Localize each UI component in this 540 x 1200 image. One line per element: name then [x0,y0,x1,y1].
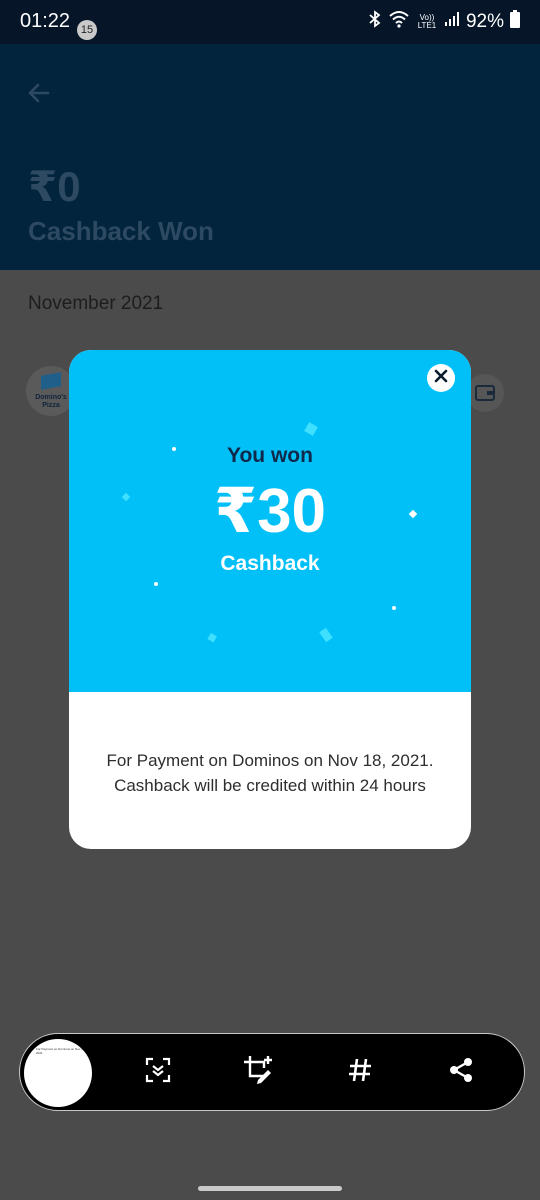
wallet-icon [466,374,504,412]
back-arrow-icon[interactable] [26,80,52,111]
scroll-capture-icon [143,1055,173,1090]
cashback-description: For Payment on Dominos on Nov 18, 2021. … [69,748,471,798]
dialog-banner: You won ₹30 Cashback [69,350,471,692]
wifi-icon [388,10,410,33]
hashtag-button[interactable] [342,1054,378,1090]
battery-percent: 92% [465,10,504,32]
status-time: 01:22 [20,10,71,32]
total-cashback-label: Cashback Won [28,216,214,246]
cashback-header: ₹0 Cashback Won [0,44,540,270]
battery-icon [510,10,520,33]
crop-edit-icon [242,1054,274,1091]
bluetooth-icon [368,10,382,33]
share-button[interactable] [443,1054,479,1090]
description-line-2: Cashback will be credited within 24 hour… [114,776,426,795]
cashback-won-dialog: You won ₹30 Cashback For Payment on Domi… [69,350,471,849]
volte-label: Vo)) LTE1 [417,12,437,30]
cashback-label: Cashback [220,552,320,575]
description-line-1: For Payment on Dominos on Nov 18, 2021. [106,751,434,770]
screenshot-thumbnail[interactable]: For Payment on Dominos on Nov 18, 2021 [24,1039,92,1107]
gesture-nav-bar[interactable] [198,1186,342,1191]
scroll-capture-button[interactable] [140,1054,176,1090]
you-won-heading: You won [227,444,313,467]
total-cashback-amount: ₹0 [28,163,81,210]
status-bar: 01:22 15 Vo)) LTE1 92% [0,0,540,44]
share-icon [447,1056,475,1089]
notification-count-badge: 15 [77,20,97,40]
cashback-amount: ₹30 [213,477,327,546]
month-section-label: November 2021 [28,293,164,314]
crop-edit-button[interactable] [240,1054,276,1090]
signal-icon [444,11,460,32]
status-icons: Vo)) LTE1 92% [368,10,520,33]
hashtag-icon [346,1056,374,1089]
screenshot-toolbar: For Payment on Dominos on Nov 18, 2021 [19,1033,525,1111]
